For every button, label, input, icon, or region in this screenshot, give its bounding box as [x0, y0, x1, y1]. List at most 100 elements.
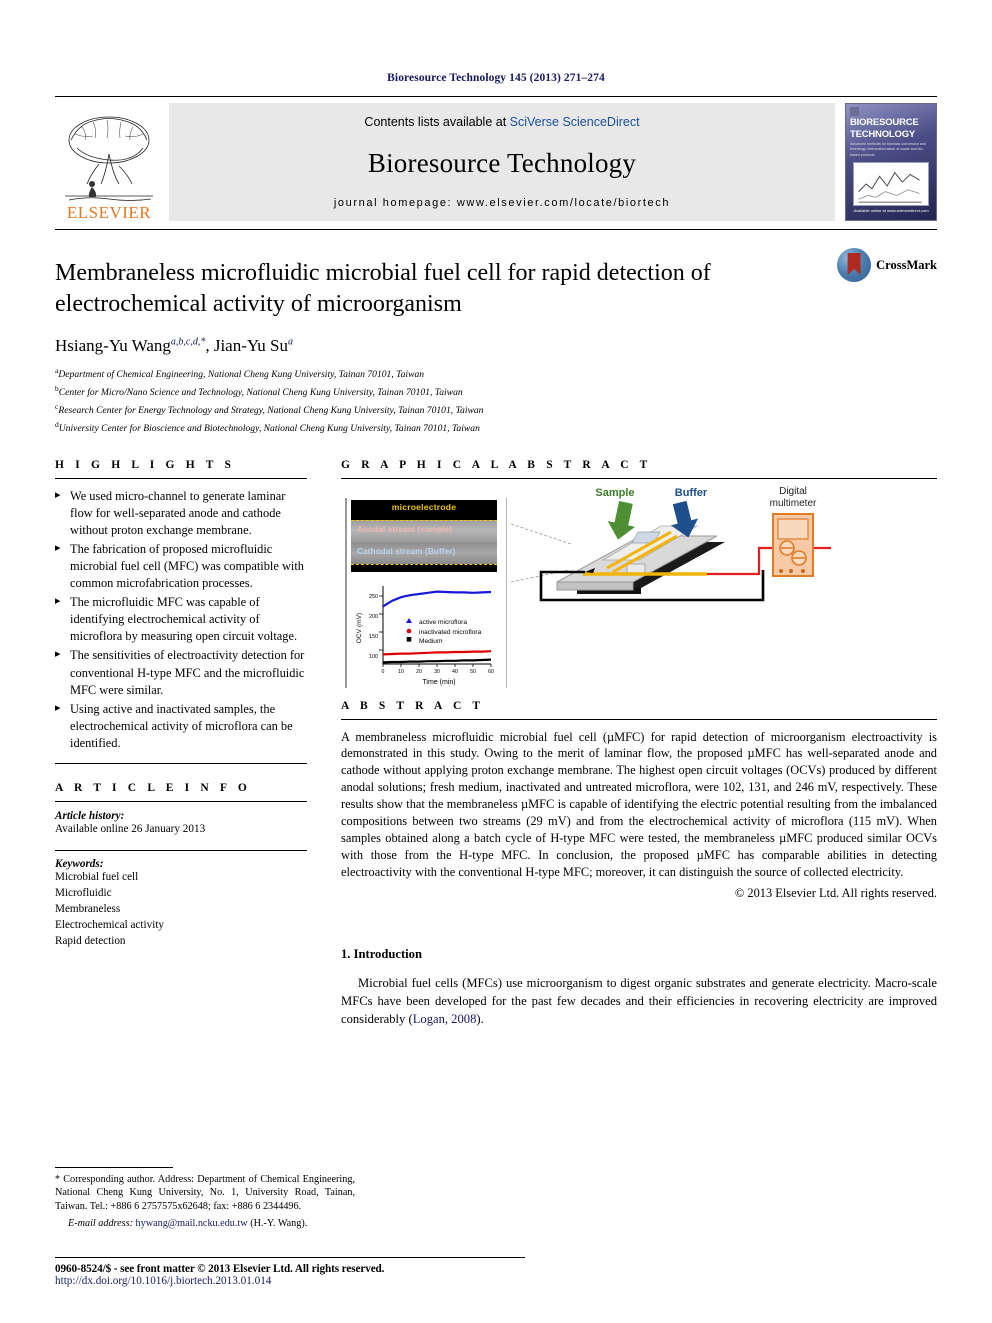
crossmark-badge[interactable]: CrossMark: [837, 248, 937, 282]
email-address-label: E-mail address:: [68, 1218, 133, 1230]
cover-title-line1: BIORESOURCE: [850, 117, 919, 128]
highlights-rule: [55, 477, 307, 479]
svg-text:Time (min): Time (min): [422, 679, 455, 686]
device-diagram-svg: [511, 500, 831, 601]
footnote-rule: [55, 1166, 173, 1168]
list-item: Using active and inactivated samples, th…: [55, 701, 307, 752]
affiliation-b-text: Center for Micro/Nano Science and Techno…: [58, 387, 463, 399]
keyword-item: Microfluidic: [55, 886, 112, 899]
svg-text:inactivated microflora: inactivated microflora: [419, 629, 482, 636]
svg-text:40: 40: [452, 669, 458, 675]
elsevier-tree-icon: [65, 116, 153, 201]
elsevier-wordmark: ELSEVIER: [66, 203, 152, 222]
affiliation-list: aDepartment of Chemical Engineering, Nat…: [55, 365, 937, 436]
diagram-labels-svg: Sample Buffer Digital multimeter: [595, 486, 817, 509]
affiliation-d: dUniversity Center for Bioscience and Bi…: [55, 419, 937, 437]
microelectrode-label: microelectrode: [391, 501, 457, 512]
abstract-heading: A B S T R A C T: [341, 699, 485, 712]
footnote-text: * Corresponding author. Address: Departm…: [55, 1173, 355, 1232]
svg-text:100: 100: [369, 654, 378, 660]
article-history-label: Article history:: [55, 810, 125, 823]
affiliation-c: cResearch Center for Energy Technology a…: [55, 401, 937, 419]
svg-text:Medium: Medium: [419, 638, 443, 645]
cover-logo-square: [850, 107, 859, 116]
elsevier-logo: ELSEVIER: [55, 103, 163, 221]
svg-text:60: 60: [488, 669, 494, 675]
keyword-item: Rapid detection: [55, 934, 126, 947]
citation-link[interactable]: Logan, 2008: [413, 1012, 477, 1026]
highlights-list: We used micro-channel to generate lamina…: [55, 488, 307, 753]
right-column: G R A P H I C A L A B S T R A C T microe…: [341, 459, 937, 1029]
cover-caption: Available online at www.sciencedirect.co…: [853, 208, 929, 214]
figure-panel-divider: [506, 497, 507, 688]
article-page: Bioresource Technology 145 (2013) 271–27…: [0, 0, 992, 1323]
sciencedirect-link[interactable]: SciVerse ScienceDirect: [510, 115, 640, 129]
anodal-stream-label: Anodal stream (sample): [357, 524, 453, 534]
svg-text:250: 250: [369, 594, 378, 600]
affiliation-a: aDepartment of Chemical Engineering, Nat…: [55, 365, 937, 383]
page-title: Membraneless microfluidic microbial fuel…: [55, 260, 711, 317]
author-1-name: Hsiang-Yu Wang: [55, 336, 171, 356]
svg-text:multimeter: multimeter: [770, 498, 817, 509]
graphical-abstract-figure: microelectrode Anodal stream (sample) Ca…: [341, 486, 937, 700]
highlights-heading: H I G H L I G H T S: [55, 458, 236, 471]
micrograph-panel: microelectrode Anodal stream (sample) Ca…: [351, 499, 497, 572]
svg-text:150: 150: [369, 634, 378, 640]
keywords-rule: [55, 850, 307, 852]
issn-copyright-line: 0960-8524/$ - see front matter © 2013 El…: [55, 1263, 385, 1275]
dashed-boundary-top: [351, 519, 497, 521]
abstract-rule: [341, 718, 937, 720]
running-head: Bioresource Technology 145 (2013) 271–27…: [387, 72, 605, 84]
keyword-item: Microbial fuel cell: [55, 871, 139, 884]
keyword-item: Membraneless: [55, 902, 121, 915]
svg-text:active microflora: active microflora: [419, 619, 467, 626]
cover-figure-box: [853, 162, 929, 207]
article-history-value: Available online 26 January 2013: [55, 823, 206, 836]
svg-text:10: 10: [398, 669, 404, 675]
left-column: H I G H L I G H T S We used micro-channe…: [55, 459, 307, 1029]
introduction-text-after-citation: ).: [476, 1011, 484, 1026]
abstract-text: A membraneless microfluidic microbial fu…: [341, 729, 937, 880]
crossmark-icon: [837, 248, 872, 282]
ocv-chart: 100 150 200 250 0 10 20 30 40 50 60 OCV …: [351, 579, 497, 690]
list-item: We used micro-channel to generate lamina…: [55, 488, 307, 539]
affiliation-c-text: Research Center for Energy Technology an…: [58, 405, 484, 417]
affiliation-b: bCenter for Micro/Nano Science and Techn…: [55, 383, 937, 401]
keyword-item: Electrochemical activity: [55, 918, 165, 931]
svg-text:Buffer: Buffer: [675, 487, 708, 499]
masthead-center: Contents lists available at SciVerse Sci…: [169, 103, 835, 221]
ocv-chart-svg: 100 150 200 250 0 10 20 30 40 50 60 OCV …: [356, 585, 494, 686]
figure-left-border: [345, 497, 347, 688]
cathodal-stream-label: Cathodal stream (Buffer): [357, 546, 456, 556]
journal-homepage[interactable]: journal homepage: www.elsevier.com/locat…: [169, 197, 835, 209]
introduction-heading: 1. Introduction: [341, 947, 422, 962]
contents-available-line: Contents lists available at SciVerse Sci…: [169, 115, 835, 129]
graphical-abstract-inner: microelectrode Anodal stream (sample) Ca…: [341, 486, 937, 700]
colophon-rule: [55, 1257, 525, 1258]
footnote-email-line: E-mail address: hywang@mail.ncku.edu.tw …: [55, 1217, 355, 1231]
two-column-body: H I G H L I G H T S We used micro-channe…: [55, 459, 937, 1029]
author-1-affil-marks: a,b,c,d,: [170, 336, 201, 348]
corresponding-author-footnote: * Corresponding author. Address: Departm…: [55, 1166, 355, 1232]
list-item: The microfluidic MFC was capable of iden…: [55, 594, 307, 645]
svg-text:200: 200: [369, 614, 378, 620]
introduction-paragraph: Microbial fuel cells (MFCs) use microorg…: [341, 975, 937, 1028]
author-list: Hsiang-Yu Wanga,b,c,d,*, Jian-Yu Sua: [55, 336, 937, 356]
abstract-copyright: © 2013 Elsevier Ltd. All rights reserved…: [734, 886, 937, 901]
email-link[interactable]: hywang@mail.ncku.edu.tw: [136, 1218, 248, 1229]
svg-text:30: 30: [434, 669, 440, 675]
journal-name: Bioresource Technology: [367, 147, 637, 178]
graphical-abstract-rule: [341, 477, 937, 479]
list-item: The sensitivities of electroactivity det…: [55, 647, 307, 698]
email-owner: (H.-Y. Wang).: [247, 1218, 308, 1230]
affiliation-a-text: Department of Chemical Engineering, Nati…: [58, 369, 425, 381]
colophon: 0960-8524/$ - see front matter © 2013 El…: [55, 1257, 525, 1287]
svg-text:OCV (mV): OCV (mV): [356, 612, 363, 642]
doi-link[interactable]: http://dx.doi.org/10.1016/j.biortech.201…: [55, 1275, 525, 1287]
journal-cover-thumbnail: BIORESOURCE TECHNOLOGY Advanced methods …: [845, 103, 937, 221]
list-item: The fabrication of proposed microfluidic…: [55, 541, 307, 592]
svg-text:Sample: Sample: [595, 487, 634, 499]
masthead-top-rule: [55, 96, 937, 97]
cover-mini-chart-icon: [854, 163, 928, 206]
article-info-body: Article history: Available online 26 Jan…: [55, 802, 307, 949]
